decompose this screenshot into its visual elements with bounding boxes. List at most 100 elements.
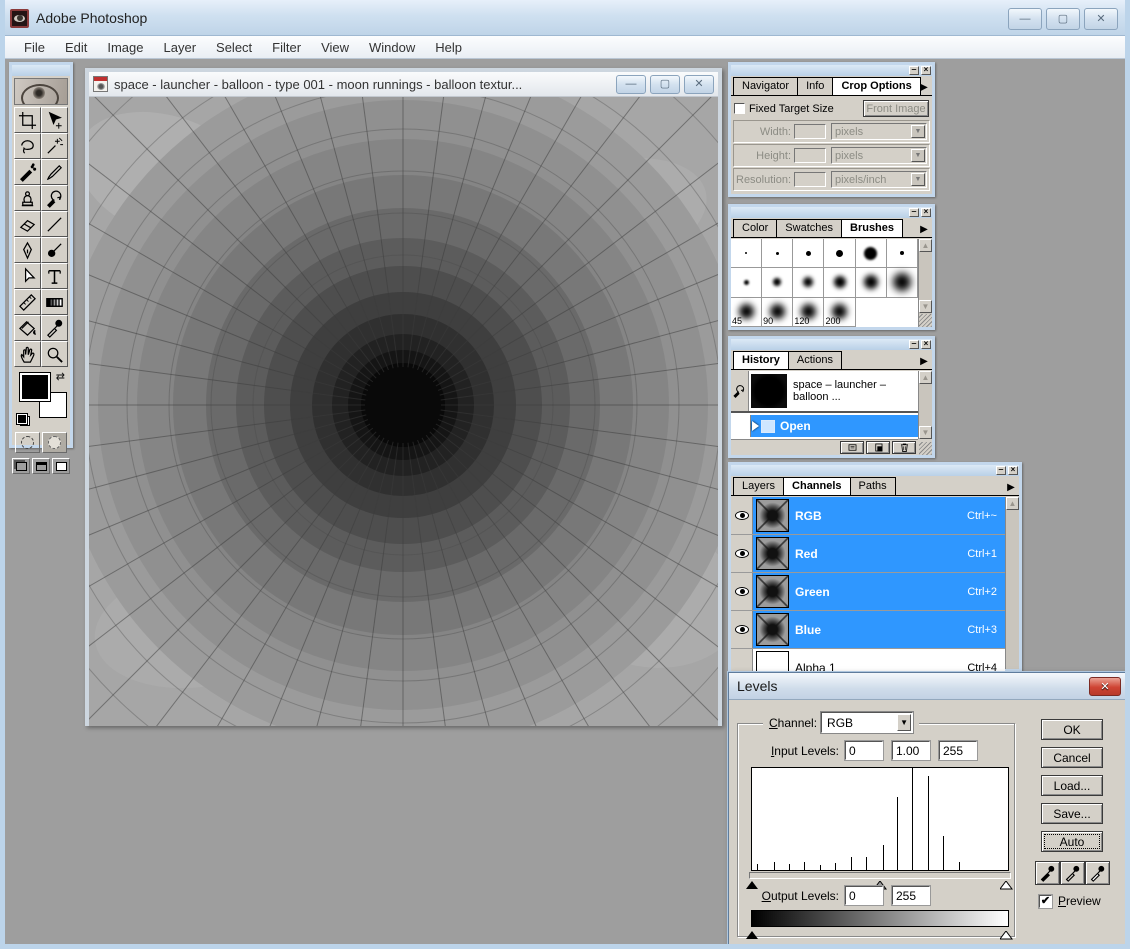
panel-menu-icon[interactable]: ▶ <box>917 222 931 237</box>
close-button[interactable]: ✕ <box>1084 8 1118 30</box>
levels-button-cancel[interactable]: Cancel <box>1041 747 1103 768</box>
panel-titlebar[interactable]: ‒ × <box>731 465 1019 476</box>
eyedropper-tool[interactable] <box>41 315 68 341</box>
brush-preset[interactable] <box>762 268 793 297</box>
levels-button-save[interactable]: Save... <box>1041 803 1103 824</box>
output-white-slider[interactable] <box>1000 929 1013 938</box>
lasso-tool[interactable] <box>14 133 41 159</box>
output-black-slider[interactable] <box>746 929 759 938</box>
visibility-well[interactable] <box>731 611 753 648</box>
new-document-button[interactable] <box>840 441 864 454</box>
channels-scrollbar[interactable]: ▲ <box>1005 497 1019 669</box>
magic-wand-tool[interactable] <box>41 133 68 159</box>
panel-minimize-icon[interactable]: ‒ <box>996 466 1006 475</box>
history-brush-tool[interactable] <box>41 185 68 211</box>
levels-titlebar[interactable]: Levels ✕ <box>729 673 1129 700</box>
panel-menu-icon[interactable]: ▶ <box>1004 480 1018 495</box>
gray-point-eyedropper-button[interactable] <box>1060 861 1085 885</box>
default-colors-icon[interactable] <box>17 414 30 426</box>
delete-button[interactable] <box>892 441 916 454</box>
field-input[interactable] <box>794 124 826 139</box>
panel-minimize-icon[interactable]: ‒ <box>909 66 919 75</box>
visibility-well[interactable] <box>731 497 753 534</box>
panel-close-icon[interactable]: × <box>1008 466 1018 475</box>
tab-channels[interactable]: Channels <box>783 477 851 495</box>
brush-preset[interactable]: 200 <box>824 298 855 327</box>
front-image-button[interactable]: Front Image <box>863 100 929 117</box>
menu-item-select[interactable]: Select <box>207 37 261 58</box>
minimize-button[interactable]: — <box>1008 8 1042 30</box>
input-black-field[interactable]: 0 <box>845 741 883 760</box>
tab-swatches[interactable]: Swatches <box>776 219 842 237</box>
unit-dropdown[interactable]: pixels▼ <box>831 147 927 164</box>
gradient-tool[interactable] <box>41 289 68 315</box>
app-titlebar[interactable]: Adobe Photoshop — ▢ ✕ <box>0 0 1130 36</box>
zoom-tool[interactable] <box>41 341 68 367</box>
doc-minimize-button[interactable]: — <box>616 75 646 94</box>
canvas-image[interactable] <box>89 97 718 726</box>
tab-paths[interactable]: Paths <box>850 477 896 495</box>
input-gamma-field[interactable]: 1.00 <box>892 741 930 760</box>
scroll-up-icon[interactable]: ▲ <box>919 371 932 384</box>
channel-thumbnail[interactable] <box>756 537 789 570</box>
history-scrollbar[interactable]: ▲ ▼ <box>918 371 932 439</box>
brush-preset[interactable]: 120 <box>793 298 824 327</box>
blur-tool[interactable] <box>41 237 68 263</box>
brush-preset[interactable] <box>856 268 887 297</box>
scroll-up-icon[interactable]: ▲ <box>919 239 932 252</box>
move-tool[interactable] <box>41 107 68 133</box>
input-black-slider[interactable] <box>746 879 759 888</box>
paint-bucket-tool[interactable] <box>14 315 41 341</box>
channel-thumbnail[interactable] <box>756 575 789 608</box>
visibility-well[interactable] <box>731 535 753 572</box>
brush-preset[interactable] <box>824 268 855 297</box>
unit-dropdown[interactable]: pixels▼ <box>831 123 927 140</box>
type-tool[interactable] <box>41 263 68 289</box>
maximize-button[interactable]: ▢ <box>1046 8 1080 30</box>
input-white-slider[interactable] <box>1000 879 1013 888</box>
tab-color[interactable]: Color <box>733 219 777 237</box>
levels-button-load[interactable]: Load... <box>1041 775 1103 796</box>
tab-brushes[interactable]: Brushes <box>841 219 903 237</box>
hand-tool[interactable] <box>14 341 41 367</box>
tab-layers[interactable]: Layers <box>733 477 784 495</box>
channel-row[interactable]: Green Ctrl+2 <box>731 573 1005 611</box>
standard-screen-mode-button[interactable] <box>12 458 30 474</box>
channel-thumbnail[interactable] <box>756 613 789 646</box>
eraser-tool[interactable] <box>14 211 41 237</box>
panel-titlebar[interactable]: ‒ × <box>731 65 932 76</box>
channel-row[interactable]: Red Ctrl+1 <box>731 535 1005 573</box>
airbrush-tool[interactable] <box>14 159 41 185</box>
panel-close-icon[interactable]: × <box>921 340 931 349</box>
panel-minimize-icon[interactable]: ‒ <box>909 340 919 349</box>
swap-colors-icon[interactable]: ⇄ <box>56 370 65 383</box>
resize-grip[interactable] <box>919 314 932 327</box>
doc-maximize-button[interactable]: ▢ <box>650 75 680 94</box>
tab-navigator[interactable]: Navigator <box>733 77 798 95</box>
menu-item-layer[interactable]: Layer <box>155 37 206 58</box>
tab-history[interactable]: History <box>733 351 789 369</box>
measure-tool[interactable] <box>14 289 41 315</box>
preview-checkbox[interactable]: ✔ <box>1039 895 1052 908</box>
brush-preset[interactable] <box>731 268 762 297</box>
panel-close-icon[interactable]: × <box>921 66 931 75</box>
toolbox-titlebar[interactable] <box>12 65 70 76</box>
quick-mask-mode-button[interactable] <box>42 432 67 453</box>
field-input[interactable] <box>794 172 826 187</box>
document-titlebar[interactable]: space - launcher - balloon - type 001 - … <box>89 72 718 97</box>
brush-preset[interactable] <box>762 239 793 268</box>
brush-preset[interactable]: 45 <box>731 298 762 327</box>
dropdown-arrow-icon[interactable]: ▼ <box>897 714 911 731</box>
tab-info[interactable]: Info <box>797 77 833 95</box>
brush-preset[interactable]: 90 <box>762 298 793 327</box>
history-brush-source-well[interactable] <box>731 371 749 411</box>
panel-close-icon[interactable]: × <box>921 208 931 217</box>
fixed-target-size-checkbox[interactable] <box>734 103 745 114</box>
menu-item-edit[interactable]: Edit <box>56 37 96 58</box>
brush-preset[interactable] <box>731 239 762 268</box>
menu-item-filter[interactable]: Filter <box>263 37 310 58</box>
brush-preset[interactable] <box>824 239 855 268</box>
brush-preset[interactable] <box>887 268 918 297</box>
paintbrush-tool[interactable] <box>41 159 68 185</box>
scroll-up-icon[interactable]: ▲ <box>1006 497 1019 510</box>
